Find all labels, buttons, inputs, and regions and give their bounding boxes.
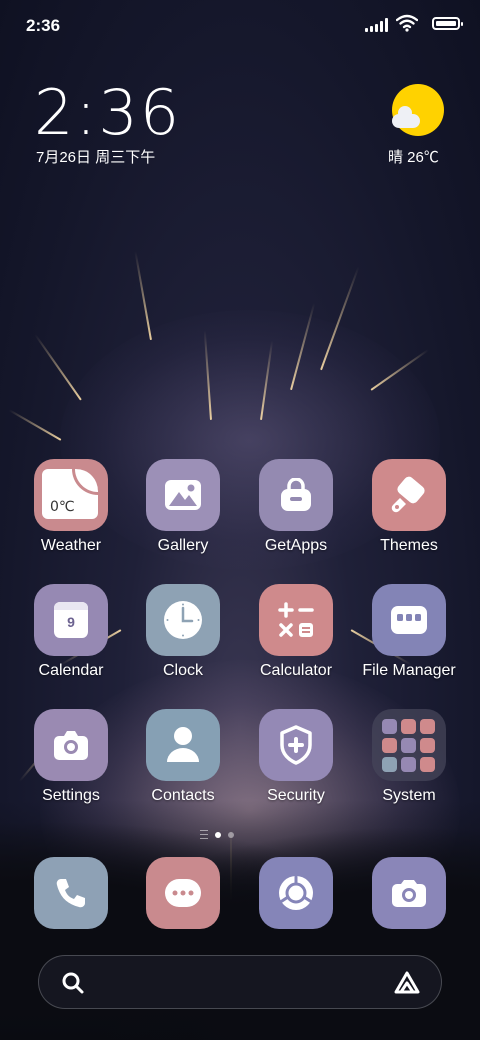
app-calendar[interactable]: 9 Calendar bbox=[16, 584, 126, 680]
app-security[interactable]: Security bbox=[241, 709, 351, 805]
app-drawer-indicator-icon[interactable] bbox=[200, 830, 208, 839]
app-label: Weather bbox=[40, 537, 102, 554]
contacts-icon bbox=[146, 709, 220, 781]
firework-spark bbox=[8, 409, 62, 441]
search-icon[interactable] bbox=[61, 971, 85, 995]
calendar-icon-day: 9 bbox=[67, 614, 75, 630]
camera-icon bbox=[372, 857, 446, 929]
app-label: Clock bbox=[162, 662, 203, 679]
clock-widget-date[interactable]: 7月26日 周三下午 bbox=[36, 146, 155, 167]
dock-messages[interactable] bbox=[128, 857, 238, 929]
app-folder-system[interactable]: System bbox=[354, 709, 464, 805]
folder-system-icon bbox=[372, 709, 446, 781]
assistant-icon[interactable] bbox=[393, 970, 421, 996]
settings-icon bbox=[34, 709, 108, 781]
folder-icon bbox=[372, 584, 446, 656]
app-label: Security bbox=[267, 787, 325, 804]
app-label: Contacts bbox=[151, 787, 215, 804]
app-label: Themes bbox=[380, 537, 438, 554]
app-label: GetApps bbox=[264, 537, 328, 554]
app-label: Calendar bbox=[38, 662, 104, 679]
page-dot[interactable] bbox=[228, 831, 234, 838]
messages-icon bbox=[146, 857, 220, 929]
app-label: System bbox=[382, 787, 436, 804]
weather-widget-text[interactable]: 晴 26℃ bbox=[388, 146, 439, 167]
dock-browser[interactable] bbox=[241, 857, 351, 929]
clock-icon bbox=[146, 584, 220, 656]
signal-icon bbox=[365, 18, 388, 32]
themes-icon bbox=[372, 459, 446, 531]
app-getapps[interactable]: GetApps bbox=[241, 459, 351, 555]
gallery-icon bbox=[146, 459, 220, 531]
app-label: Gallery bbox=[157, 537, 209, 554]
battery-icon bbox=[432, 17, 463, 30]
firework-spark bbox=[34, 333, 82, 401]
app-themes[interactable]: Themes bbox=[354, 459, 464, 555]
app-label: Settings bbox=[42, 787, 100, 804]
app-settings[interactable]: Settings bbox=[16, 709, 126, 805]
search-bar[interactable] bbox=[38, 955, 442, 1009]
phone-icon bbox=[34, 857, 108, 929]
page-dot-active[interactable] bbox=[215, 831, 221, 838]
app-file-manager[interactable]: File Manager bbox=[354, 584, 464, 680]
calendar-icon: 9 bbox=[34, 584, 108, 656]
dock-phone[interactable] bbox=[16, 857, 126, 929]
clock-widget-time[interactable]: 2:36 bbox=[34, 76, 181, 149]
app-gallery[interactable]: Gallery bbox=[128, 459, 238, 555]
status-time: 2:36 bbox=[26, 16, 61, 35]
app-clock[interactable]: Clock bbox=[128, 584, 238, 680]
app-label: Calculator bbox=[259, 662, 333, 679]
page-indicator[interactable] bbox=[200, 830, 234, 839]
firework-spark bbox=[134, 251, 152, 341]
app-label: File Manager bbox=[362, 662, 456, 679]
app-calculator[interactable]: Calculator bbox=[241, 584, 351, 680]
weather-icon: 0℃ bbox=[34, 459, 108, 531]
wifi-icon bbox=[396, 14, 418, 32]
security-icon bbox=[259, 709, 333, 781]
calculator-icon bbox=[259, 584, 333, 656]
app-weather[interactable]: 0℃ Weather bbox=[16, 459, 126, 555]
browser-icon bbox=[259, 857, 333, 929]
app-contacts[interactable]: Contacts bbox=[128, 709, 238, 805]
weather-icon-temp: 0℃ bbox=[50, 499, 75, 515]
getapps-icon bbox=[259, 459, 333, 531]
dock-camera[interactable] bbox=[354, 857, 464, 929]
cloud-shape bbox=[392, 106, 420, 128]
status-bar: 2:36 bbox=[0, 0, 480, 50]
